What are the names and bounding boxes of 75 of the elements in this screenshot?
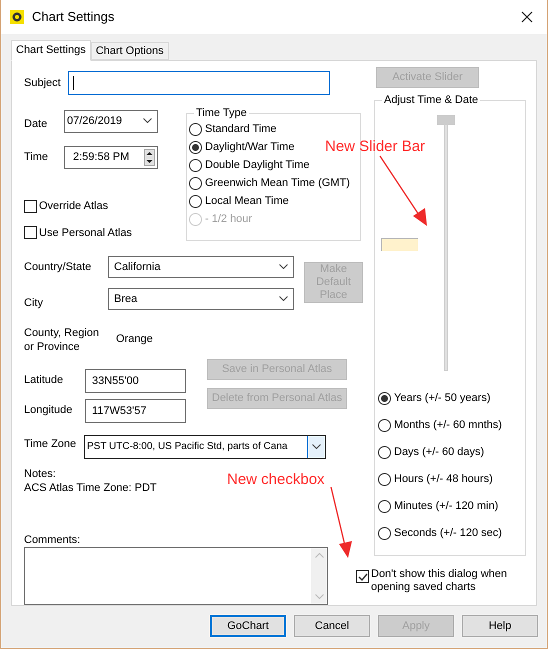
dialog-button[interactable]: GoChart [210,615,286,637]
notes-text: ACS Atlas Time Zone: PDT [24,480,157,494]
radio-button[interactable] [378,526,391,540]
window-title: Chart Settings [32,8,114,26]
field-label: Country/State [24,260,92,275]
checkbox-label: Don't show this dialog when opening saved charts [371,568,508,594]
dialog-button[interactable]: Cancel [294,615,370,637]
radio-label: Years (+/- 50 years) [394,390,490,406]
time-field[interactable]: 2:59:58 PM [64,146,158,168]
chevron-icon [279,264,288,270]
subject-field[interactable] [68,71,330,95]
comments-field[interactable] [24,546,328,605]
annotation-text: New Slider Bar [325,137,426,157]
field-label: Time Zone [24,437,78,452]
dropdown-value: PST UTC-8:00, US Pacific Std, parts of Cana [87,440,288,454]
radio-label: Daylight/War Time [205,140,294,155]
time-value: 2:59:58 PM [73,150,130,165]
tab[interactable]: Chart Options [90,42,169,60]
radio-label: Minutes (+/- 120 min) [394,498,498,514]
group-title: Time Type [194,106,249,120]
field-label: Date [24,116,48,132]
field-label: Subject [24,76,62,91]
spinner-icon[interactable] [144,148,155,166]
annotation-text: New checkbox [227,470,325,490]
radio-label: Local Mean Time [205,194,289,209]
radio-label: Days (+/- 60 days) [394,444,484,460]
dropdown-value: California [114,260,160,275]
field-label: County, Region or Province [24,326,100,354]
radio-label: Seconds (+/- 120 sec) [394,526,502,541]
checkbox[interactable] [24,226,37,240]
checkbox-label: Override Atlas [39,199,108,214]
chevron-icon [143,118,152,124]
field-label: Time [24,150,50,165]
date-field[interactable]: 07/26/2019 [64,110,158,132]
city-dropdown[interactable]: Brea [108,288,294,310]
value-field[interactable] [381,238,418,251]
radio-label: - 1/2 hour [205,212,252,227]
app-icon [10,10,24,24]
radio-button[interactable] [378,472,391,486]
tab[interactable]: Chart Settings [11,40,91,61]
dialog-button[interactable]: Help [462,615,538,637]
field-label: Latitude [24,373,64,388]
comments-label: Comments: [24,532,80,546]
latitude-field[interactable]: 33N55'00 [85,368,186,392]
radio-button[interactable] [189,194,202,208]
radio-label: Months (+/- 60 mnths) [394,418,502,433]
group-title: Adjust Time & Date [382,93,480,107]
time-zone-dropdown[interactable]: PST UTC-8:00, US Pacific Std, parts of Cana [84,434,326,458]
dropdown-value: Brea [114,292,138,307]
radio-label: Double Daylight Time [205,158,310,173]
radio-button[interactable] [378,418,391,432]
radio-button[interactable] [189,176,202,190]
field-label: Longitude [24,403,74,418]
checkbox[interactable] [24,200,37,213]
longitude-field[interactable]: 117W53'57 [85,398,186,422]
radio-button[interactable] [189,140,202,154]
notes-label: Notes: [24,466,56,480]
chevron-icon [312,444,321,450]
radio-button[interactable] [189,158,202,172]
chevron-icon [279,296,288,302]
close-icon[interactable] [521,11,533,23]
slider-thumb[interactable] [437,115,455,125]
radio-button[interactable] [378,392,391,404]
radio-button[interactable] [378,446,391,458]
radio-label: Greenwich Mean Time (GMT) [205,176,350,191]
radio-label: Hours (+/- 48 hours) [394,472,493,487]
radio-button[interactable] [189,122,202,136]
county-value: Orange [116,332,153,348]
field-label: City [24,296,44,311]
checkbox-label: Use Personal Atlas [39,226,132,240]
country-dropdown[interactable]: California [108,256,294,278]
checkbox[interactable] [356,570,369,583]
radio-label: Standard Time [205,122,277,137]
date-value: 07/26/2019 [67,114,122,129]
radio-button[interactable] [378,500,391,512]
